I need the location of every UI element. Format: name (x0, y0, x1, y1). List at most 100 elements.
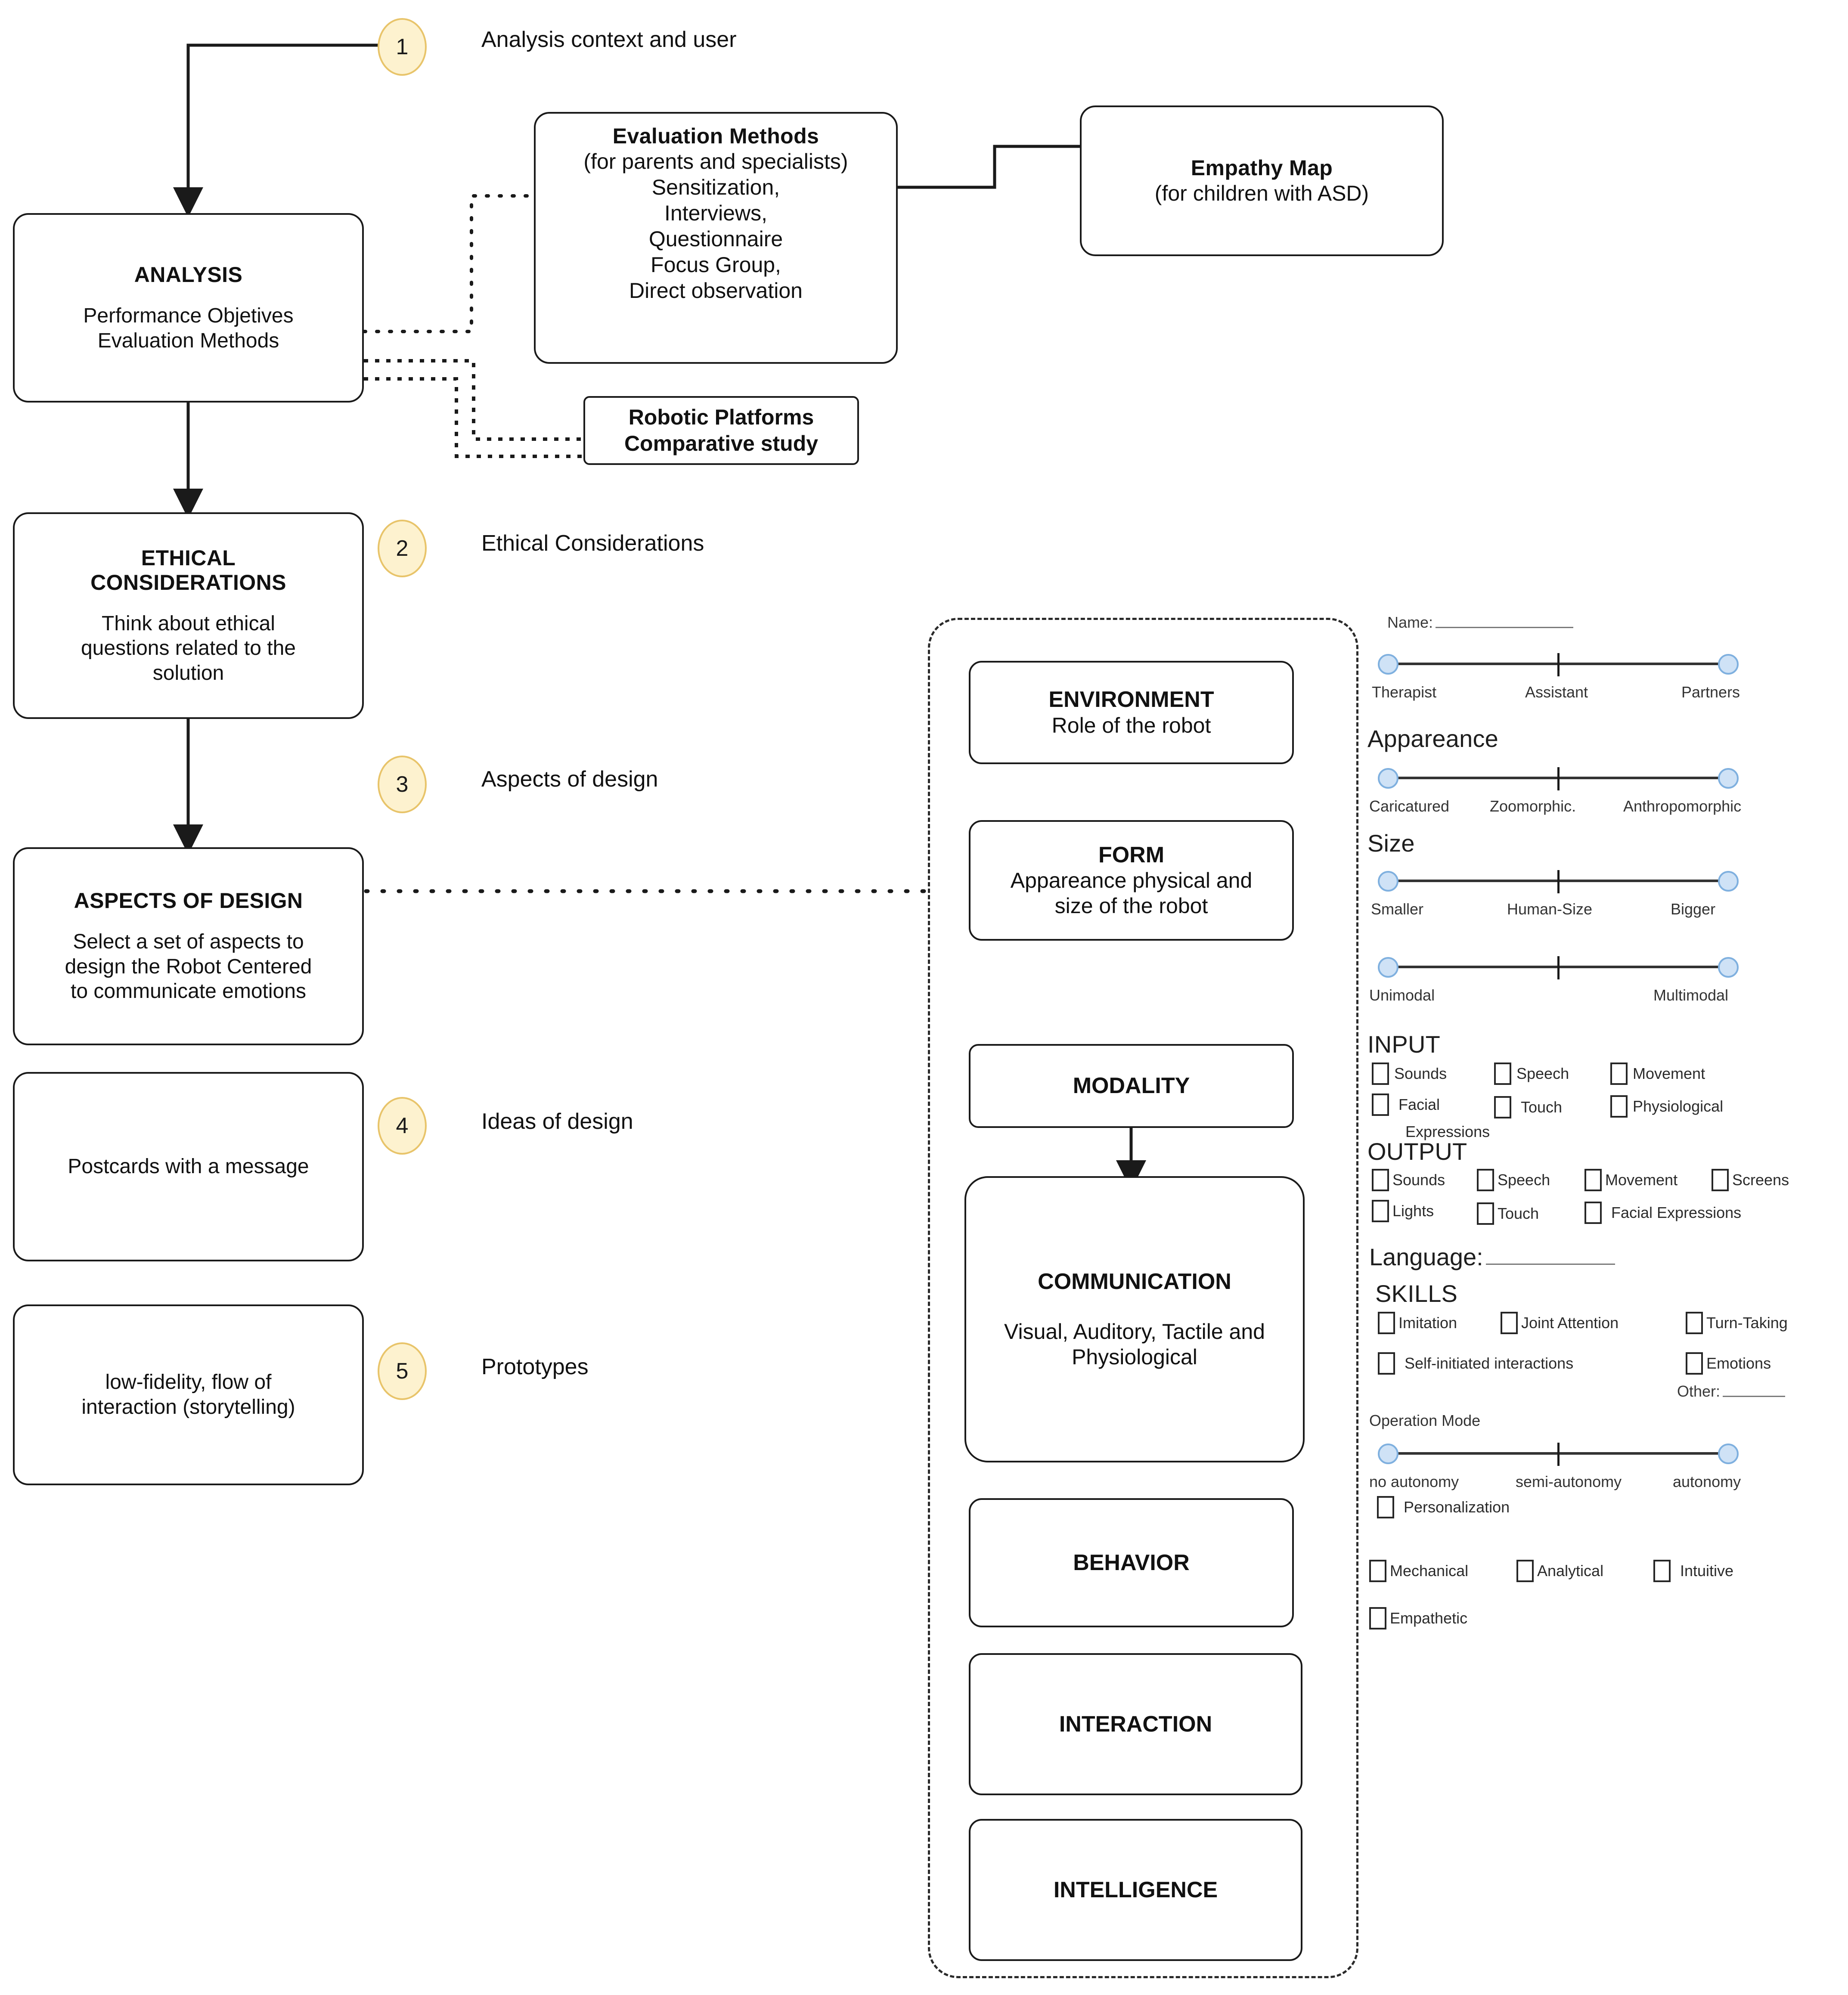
checkbox-input-physiological[interactable]: Physiological (1610, 1095, 1723, 1118)
checkbox-box[interactable] (1369, 1607, 1386, 1629)
language-input-rule[interactable] (1485, 1264, 1615, 1265)
size-slider[interactable] (1369, 861, 1843, 900)
process-box-aspects-of-design[interactable]: ASPECTS OF DESIGN Select a set of aspect… (13, 847, 364, 1045)
checkbox-input-sounds[interactable]: Sounds (1372, 1063, 1447, 1085)
box-evaluation-methods[interactable]: Evaluation Methods (for parents and spec… (534, 112, 898, 364)
checkbox-skill-turn-taking[interactable]: Turn-Taking (1686, 1312, 1788, 1334)
step-badge-2[interactable]: 2 (378, 520, 427, 577)
slider-knob-right[interactable] (1718, 768, 1739, 789)
checkbox-box[interactable] (1372, 1169, 1389, 1191)
step-badge-1[interactable]: 1 (378, 18, 427, 76)
role-slider[interactable] (1369, 644, 1843, 683)
checkbox-box[interactable] (1372, 1063, 1389, 1085)
slider-knob-right[interactable] (1718, 654, 1739, 675)
slider-knob-left[interactable] (1378, 1444, 1398, 1464)
checkbox-box[interactable] (1477, 1169, 1494, 1191)
checkbox-box[interactable] (1378, 1312, 1395, 1334)
connector-analysis-evaluation (362, 194, 536, 333)
checkbox-box[interactable] (1584, 1202, 1602, 1224)
checkbox-box[interactable] (1516, 1560, 1534, 1582)
checkbox-output-lights[interactable]: Lights (1372, 1200, 1434, 1222)
input-heading: INPUT (1367, 1031, 1440, 1058)
input-checkbox-group: Sounds Speech Movement Facial Touch Phys… (1369, 1063, 1843, 1140)
slider-knob-right[interactable] (1718, 1444, 1739, 1464)
checkbox-box[interactable] (1477, 1202, 1494, 1225)
aspect-box-form[interactable]: FORM Appareance physical and size of the… (969, 820, 1294, 941)
checkbox-intelligence-intuitive[interactable]: Intuitive (1653, 1560, 1733, 1582)
operation-mode-slider[interactable] (1369, 1433, 1843, 1473)
aspect-box-environment[interactable]: ENVIRONMENT Role of the robot (969, 661, 1294, 764)
modality-slider[interactable] (1369, 947, 1843, 986)
process-box-ethical-considerations[interactable]: ETHICAL CONSIDERATIONS Think about ethic… (13, 512, 364, 719)
other-input-rule[interactable] (1723, 1396, 1786, 1397)
checkbox-output-facial-expressions[interactable]: Facial Expressions (1584, 1202, 1741, 1224)
aspect-box-modality[interactable]: MODALITY (969, 1044, 1294, 1128)
checkbox-box[interactable] (1686, 1352, 1703, 1375)
checkbox-output-touch[interactable]: Touch (1477, 1202, 1539, 1225)
connector-analysis-robotic-b (364, 377, 583, 458)
checkbox-box[interactable] (1372, 1200, 1389, 1222)
aspect-box-interaction[interactable]: INTERACTION (969, 1653, 1302, 1795)
checkbox-label: Emotions (1706, 1354, 1771, 1372)
checkbox-box[interactable] (1369, 1560, 1386, 1582)
step-badge-3[interactable]: 3 (378, 756, 427, 813)
checkbox-label: Speech (1516, 1065, 1569, 1082)
checkbox-input-facial-expressions[interactable]: Facial (1372, 1094, 1440, 1116)
checkbox-input-speech[interactable]: Speech (1494, 1063, 1569, 1085)
slider-knob-left[interactable] (1378, 871, 1398, 892)
checkbox-box[interactable] (1610, 1063, 1628, 1085)
checkbox-box[interactable] (1494, 1096, 1511, 1118)
checkbox-label: Self-initiated interactions (1405, 1354, 1574, 1372)
checkbox-box[interactable] (1686, 1312, 1703, 1334)
checkbox-output-speech[interactable]: Speech (1477, 1169, 1550, 1191)
checkbox-box[interactable] (1378, 1352, 1395, 1375)
step-badge-5[interactable]: 5 (378, 1342, 427, 1400)
slider-knob-right[interactable] (1718, 871, 1739, 892)
step-badge-4[interactable]: 4 (378, 1097, 427, 1155)
box-robotic-platforms[interactable]: Robotic Platforms Comparative study (583, 396, 859, 465)
checkbox-box[interactable] (1494, 1063, 1511, 1085)
checkbox-output-screens[interactable]: Screens (1712, 1169, 1789, 1191)
checkbox-intelligence-empathetic[interactable]: Empathetic (1369, 1607, 1467, 1629)
appearance-slider[interactable] (1369, 758, 1843, 797)
checkbox-box[interactable] (1610, 1095, 1628, 1118)
checkbox-skill-imitation[interactable]: Imitation (1378, 1312, 1457, 1334)
robotic-platforms-line-1: Robotic Platforms (628, 405, 814, 429)
checkbox-input-touch[interactable]: Touch (1494, 1096, 1562, 1118)
process-box-ideas-of-design[interactable]: Postcards with a message (13, 1072, 364, 1261)
checkbox-label: Facial Expressions (1611, 1204, 1742, 1221)
other-field[interactable]: Other: (1677, 1382, 1843, 1400)
checkbox-skill-self-initiated-interactions[interactable]: Self-initiated interactions (1378, 1352, 1573, 1375)
checkbox-box[interactable] (1653, 1560, 1671, 1582)
checkbox-box[interactable] (1377, 1496, 1394, 1518)
slider-knob-left[interactable] (1378, 768, 1398, 789)
checkbox-input-movement[interactable]: Movement (1610, 1063, 1705, 1085)
language-field[interactable]: Language: (1369, 1243, 1843, 1271)
slider-knob-left[interactable] (1378, 957, 1398, 978)
size-label-left: Smaller (1371, 900, 1424, 918)
slider-knob-right[interactable] (1718, 957, 1739, 978)
checkbox-box[interactable] (1712, 1169, 1729, 1191)
checkbox-output-movement[interactable]: Movement (1584, 1169, 1677, 1191)
name-field[interactable]: Name: (1387, 613, 1843, 632)
box-empathy-map[interactable]: Empathy Map (for children with ASD) (1080, 105, 1444, 256)
aspect-box-communication[interactable]: COMMUNICATION Visual, Auditory, Tactile … (964, 1176, 1305, 1462)
checkbox-box[interactable] (1372, 1094, 1389, 1116)
aspect-box-intelligence[interactable]: INTELLIGENCE (969, 1819, 1302, 1961)
checkbox-personalization[interactable]: Personalization (1377, 1496, 1848, 1518)
checkbox-intelligence-mechanical[interactable]: Mechanical (1369, 1560, 1468, 1582)
step-number: 4 (396, 1113, 409, 1138)
checkbox-box[interactable] (1501, 1312, 1518, 1334)
checkbox-skill-emotions[interactable]: Emotions (1686, 1352, 1771, 1375)
checkbox-output-sounds[interactable]: Sounds (1372, 1169, 1445, 1191)
aspect-box-behavior[interactable]: BEHAVIOR (969, 1498, 1294, 1627)
name-input-rule[interactable] (1436, 627, 1574, 628)
checkbox-box[interactable] (1584, 1169, 1602, 1191)
checkbox-skill-joint-attention[interactable]: Joint Attention (1501, 1312, 1619, 1334)
analysis-title: ANALYSIS (134, 262, 243, 287)
slider-knob-left[interactable] (1378, 654, 1398, 675)
checkbox-intelligence-analytical[interactable]: Analytical (1516, 1560, 1603, 1582)
checkbox-label: Lights (1392, 1202, 1434, 1220)
process-box-analysis[interactable]: ANALYSIS Performance Objetives Evaluatio… (13, 213, 364, 403)
process-box-prototypes[interactable]: low-fidelity, flow of interaction (story… (13, 1304, 364, 1485)
